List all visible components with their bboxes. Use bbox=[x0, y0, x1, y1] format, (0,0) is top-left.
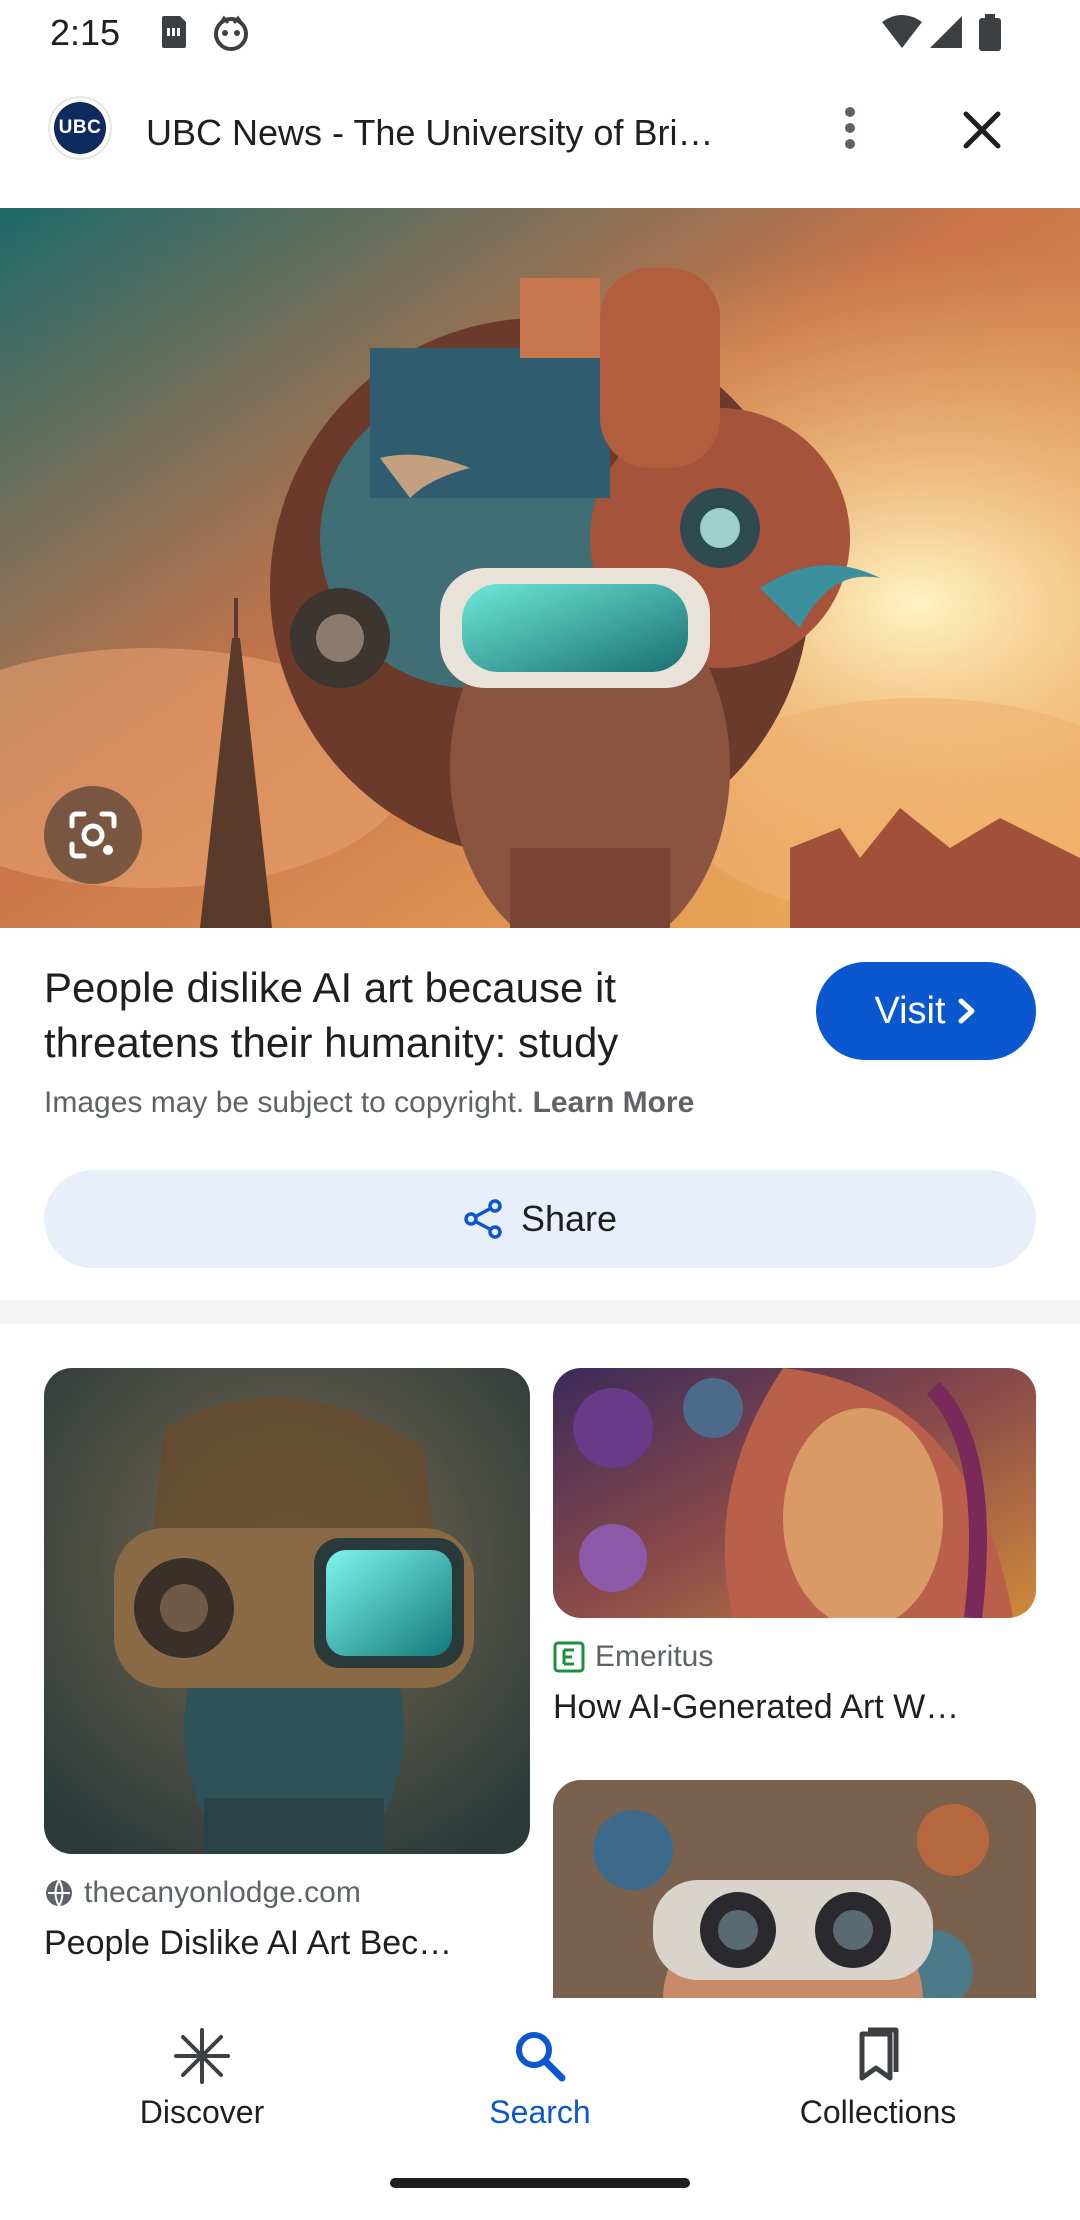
home-indicator[interactable] bbox=[390, 2178, 690, 2188]
vr-collage-art-thumbnail bbox=[553, 1780, 1036, 1998]
copyright-text: Images may be subject to copyright. bbox=[44, 1086, 525, 1119]
nav-label: Discover bbox=[139, 2094, 265, 2130]
hero-image[interactable] bbox=[0, 208, 1080, 928]
chevron-right-icon bbox=[958, 998, 975, 1024]
assistant-face-icon bbox=[212, 14, 250, 57]
nav-label: Search bbox=[489, 2094, 591, 2130]
signal-icon bbox=[928, 14, 964, 55]
related-source-name: Emeritus bbox=[595, 1640, 714, 1673]
visit-button[interactable]: Visit bbox=[816, 962, 1036, 1060]
ai-art-vr-headset-image bbox=[0, 208, 1080, 928]
asterisk-icon bbox=[174, 2028, 230, 2084]
status-time: 2:15 bbox=[50, 12, 121, 53]
related-card[interactable]: thecanyonlodge.com People Dislike AI Art… bbox=[44, 1368, 530, 1963]
copyright-notice: Images may be subject to copyright. Lear… bbox=[44, 1086, 694, 1120]
learn-more-link[interactable]: Learn More bbox=[533, 1086, 695, 1119]
search-icon bbox=[516, 2032, 566, 2082]
nav-search[interactable]: Search bbox=[420, 2026, 660, 2131]
related-image[interactable] bbox=[553, 1780, 1036, 1998]
globe-icon bbox=[46, 1879, 72, 1908]
nav-discover[interactable]: Discover bbox=[82, 2026, 322, 2131]
close-button[interactable] bbox=[950, 98, 1014, 162]
related-title[interactable]: How AI-Generated Art W… bbox=[553, 1688, 1036, 1727]
related-image[interactable] bbox=[553, 1368, 1036, 1618]
floral-woman-art-thumbnail bbox=[553, 1368, 1036, 1618]
share-icon bbox=[464, 1199, 502, 1239]
page-header: UBC UBC News - The University of Bri… bbox=[0, 68, 1080, 208]
related-title[interactable]: People Dislike AI Art Bec… bbox=[44, 1924, 530, 1963]
nav-collections[interactable]: Collections bbox=[758, 2026, 998, 2131]
share-label: Share bbox=[520, 1198, 618, 1239]
emeritus-logo-icon bbox=[553, 1641, 585, 1673]
related-card[interactable] bbox=[553, 1780, 1036, 1998]
site-title[interactable]: UBC News - The University of Bri… bbox=[146, 112, 776, 154]
sim-card-icon bbox=[156, 14, 188, 55]
related-source: thecanyonlodge.com bbox=[44, 1876, 530, 1910]
related-source: Emeritus bbox=[553, 1640, 1036, 1674]
more-options-button[interactable] bbox=[820, 98, 880, 158]
status-bar: 2:15 bbox=[0, 0, 1080, 68]
share-button[interactable]: Share bbox=[44, 1170, 1036, 1268]
close-icon bbox=[963, 111, 1001, 149]
wifi-icon bbox=[880, 14, 924, 55]
related-card[interactable]: Emeritus How AI-Generated Art W… bbox=[553, 1368, 1036, 1727]
visit-label: Visit bbox=[874, 989, 946, 1032]
result-title: People dislike AI art because it threate… bbox=[44, 964, 619, 1066]
section-divider bbox=[0, 1300, 1080, 1324]
cyber-vr-art-thumbnail bbox=[44, 1368, 530, 1854]
site-favicon: UBC bbox=[48, 96, 112, 160]
related-image[interactable] bbox=[44, 1368, 530, 1854]
ubc-logo: UBC bbox=[54, 102, 106, 154]
nav-label: Collections bbox=[799, 2094, 957, 2130]
lens-search-button[interactable] bbox=[44, 786, 142, 884]
more-vert-icon bbox=[845, 107, 855, 149]
google-lens-icon bbox=[69, 811, 117, 859]
related-source-name: thecanyonlodge.com bbox=[84, 1876, 361, 1909]
collections-icon bbox=[859, 2027, 899, 2081]
battery-icon bbox=[978, 14, 1002, 57]
